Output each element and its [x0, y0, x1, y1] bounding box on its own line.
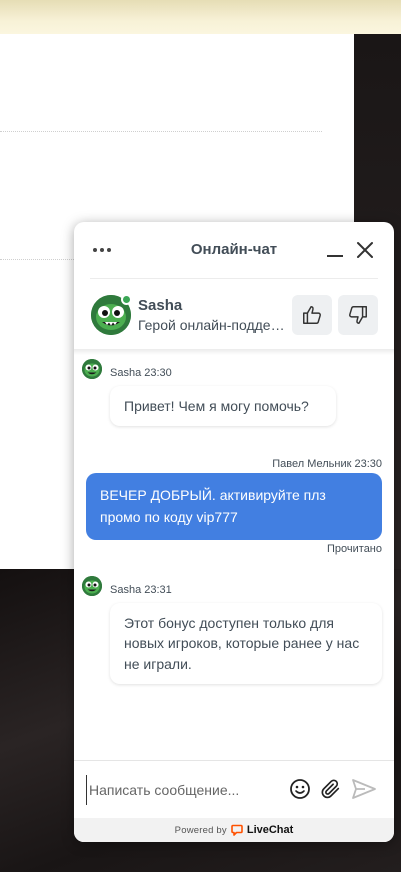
- minimize-icon[interactable]: [324, 240, 346, 262]
- incoming-message: Привет! Чем я могу помочь?: [110, 386, 336, 427]
- message-meta: Sasha 23:30: [110, 367, 172, 379]
- site-top-bar: [0, 0, 401, 34]
- content-divider: [0, 131, 322, 132]
- agent-name: Sasha: [138, 297, 183, 314]
- message-input[interactable]: [86, 775, 282, 805]
- agent-role: Герой онлайн-поддержки: [138, 317, 286, 333]
- thumbs-up-icon: [303, 306, 321, 324]
- message-meta: Павел Мельник 23:30: [272, 458, 382, 470]
- rate-bad-button[interactable]: [338, 295, 378, 335]
- chat-header: Онлайн-чат: [74, 222, 394, 278]
- read-status: Прочитано: [327, 543, 382, 555]
- composer-divider: [74, 760, 394, 761]
- chat-widget: Онлайн-чат Sasha Герой онлайн-поддержки: [74, 222, 394, 842]
- send-icon[interactable]: [351, 778, 377, 800]
- message-meta: Sasha 23:31: [110, 584, 172, 596]
- agent-info-bar: Sasha Герой онлайн-поддержки: [74, 279, 394, 349]
- agent-avatar: [82, 359, 102, 379]
- livechat-logo-icon: [231, 824, 243, 836]
- online-status-dot: [121, 294, 132, 305]
- powered-by-text: Powered by: [174, 824, 227, 836]
- chat-title: Онлайн-чат: [190, 241, 278, 258]
- outgoing-message: ВЕЧЕР ДОБРЫЙ. активируйте плз промо по к…: [86, 473, 382, 541]
- agent-avatar: [82, 576, 102, 596]
- incoming-message: Этот бонус доступен только для новых игр…: [110, 603, 382, 684]
- agent-bar-shadow: [74, 349, 394, 355]
- thumbs-down-icon: [349, 306, 367, 324]
- rate-good-button[interactable]: [292, 295, 332, 335]
- emoji-icon[interactable]: [289, 778, 311, 800]
- livechat-brand-name: LiveChat: [246, 824, 294, 836]
- attachment-icon[interactable]: [320, 778, 342, 800]
- powered-by-footer[interactable]: Powered by LiveChat: [74, 818, 394, 842]
- close-icon[interactable]: [354, 239, 376, 261]
